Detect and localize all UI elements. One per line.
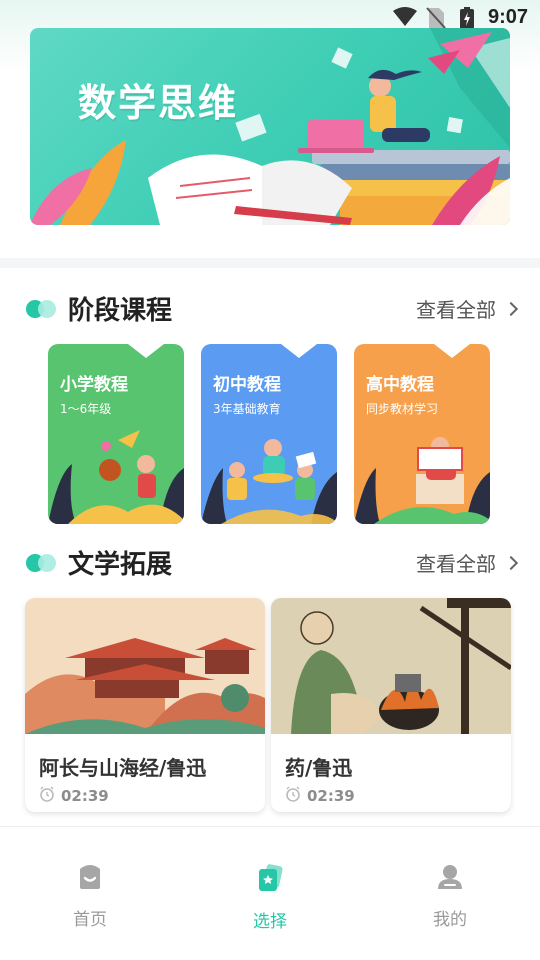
duration-label: 02:39 xyxy=(39,786,109,806)
nav-item-select[interactable]: 选择 xyxy=(220,863,320,932)
nav-item-home[interactable]: 首页 xyxy=(40,863,140,930)
cards-icon xyxy=(220,863,320,897)
duration-value: 02:39 xyxy=(61,787,109,805)
user-icon xyxy=(400,863,500,895)
card-notch xyxy=(434,344,470,358)
nav-label-select: 选择 xyxy=(253,912,287,932)
section-dots-icon xyxy=(26,300,58,318)
section-header-literature: 文学拓展 查看全部 xyxy=(0,542,540,582)
section-header-stage: 阶段课程 查看全部 xyxy=(0,288,540,328)
alarm-clock-icon xyxy=(285,786,301,806)
chevron-right-icon xyxy=(503,301,519,316)
course-card-high[interactable]: 高中教程 同步教材学习 xyxy=(354,344,490,524)
section-title-stage: 阶段课程 xyxy=(68,296,173,326)
card-notch xyxy=(281,344,317,358)
nav-label-home: 首页 xyxy=(73,910,107,930)
content-area: 阶段课程 查看全部 小学教程 1～6年级 初中教程 3年基础教育 高中教程 同步… xyxy=(0,268,540,826)
literature-card[interactable]: 阿长与山海经/鲁迅 02:39 xyxy=(25,598,265,812)
course-card-middle[interactable]: 初中教程 3年基础教育 xyxy=(201,344,337,524)
view-all-label: 查看全部 xyxy=(416,552,496,576)
course-card-subtitle: 1～6年级 xyxy=(60,402,112,416)
view-all-stage-link[interactable]: 查看全部 xyxy=(416,294,519,323)
literature-title: 药/鲁迅 xyxy=(285,756,353,780)
view-all-label: 查看全部 xyxy=(416,298,496,322)
section-dots-icon xyxy=(26,554,58,572)
course-card-title: 小学教程 xyxy=(60,375,128,395)
bottom-nav: 首页 选择 我的 xyxy=(0,826,540,960)
home-icon xyxy=(40,863,140,895)
duration-label: 02:39 xyxy=(285,786,355,806)
literature-thumbnail xyxy=(25,598,265,734)
alarm-clock-icon xyxy=(39,786,55,806)
chevron-right-icon xyxy=(503,555,519,570)
nav-label-profile: 我的 xyxy=(433,910,467,930)
promo-banner[interactable]: 数学思维 xyxy=(30,28,510,225)
course-card-title: 高中教程 xyxy=(366,375,434,395)
course-card-primary[interactable]: 小学教程 1～6年级 xyxy=(48,344,184,524)
card-notch xyxy=(128,344,164,358)
course-card-subtitle: 3年基础教育 xyxy=(213,402,281,416)
status-time: 9:07 xyxy=(487,6,528,28)
literature-card[interactable]: 药/鲁迅 02:39 xyxy=(271,598,511,812)
view-all-literature-link[interactable]: 查看全部 xyxy=(416,548,519,577)
course-card-title: 初中教程 xyxy=(213,375,281,395)
duration-value: 02:39 xyxy=(307,787,355,805)
course-card-subtitle: 同步教材学习 xyxy=(366,402,439,416)
literature-thumbnail xyxy=(271,598,511,734)
nav-item-profile[interactable]: 我的 xyxy=(400,863,500,930)
header-area: 9:07 数学思维 xyxy=(0,0,540,258)
banner-title: 数学思维 xyxy=(78,83,239,125)
section-title-literature: 文学拓展 xyxy=(68,550,173,580)
literature-title: 阿长与山海经/鲁迅 xyxy=(39,756,207,780)
